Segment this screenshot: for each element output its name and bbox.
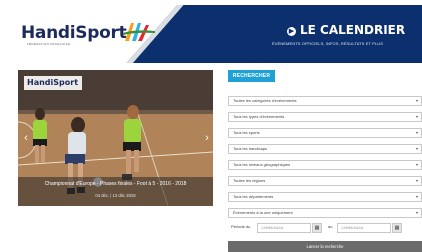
logo-text: HandiSport xyxy=(21,23,127,43)
logo-mark-icon xyxy=(123,23,155,41)
select-sport[interactable]: Tous les sports ▾ xyxy=(228,128,422,138)
select-label: Toutes les catégories d'événements xyxy=(233,98,297,103)
date-from-input[interactable]: JJ/MM/AAAA xyxy=(257,223,311,233)
chevron-down-icon: ▾ xyxy=(415,194,418,199)
select-label: Tous les sports xyxy=(233,130,260,135)
card-logo-text: HandiSport xyxy=(27,78,79,87)
chevron-down-icon: ▾ xyxy=(415,178,418,183)
event-title[interactable]: Championnat d'Europe - Phases finales - … xyxy=(18,181,213,187)
launch-search-button[interactable]: Lancer la recherche xyxy=(228,241,422,252)
chevron-down-icon: ▾ xyxy=(415,114,418,119)
select-event-type[interactable]: Tous les types d'événements ▾ xyxy=(228,112,422,122)
header-banner: HandiSport FÉDÉRATION FRANÇAISE ▶ LE CALE… xyxy=(0,5,422,63)
chevron-down-icon: ▾ xyxy=(415,130,418,135)
select-label: Tous les types d'événements xyxy=(233,114,285,119)
select-region[interactable]: Toutes les régions ▾ xyxy=(228,176,422,186)
select-label: Tous les départements xyxy=(233,194,274,199)
calendar-icon[interactable]: ▦ xyxy=(392,223,402,233)
chevron-down-icon: ▾ xyxy=(415,162,418,167)
logo-subtext: FÉDÉRATION FRANÇAISE xyxy=(27,42,71,46)
calendar-icon[interactable]: ▦ xyxy=(312,223,322,233)
card-logo-badge: HandiSport xyxy=(24,76,82,90)
chevron-left-icon[interactable]: ‹ xyxy=(21,132,31,144)
event-date: 04 déc. | 13 déc 2018 xyxy=(95,193,136,198)
page-title-text: LE CALENDRIER xyxy=(300,23,406,37)
date-to-input[interactable]: JJ/MM/AAAA xyxy=(337,223,391,233)
select-label: Événements à la une uniquement xyxy=(233,210,293,215)
select-featured-only[interactable]: Événements à la une uniquement ▾ xyxy=(228,208,422,218)
select-geo-level[interactable]: Tous les niveaux géographiques ▾ xyxy=(228,160,422,170)
arrow-circle-icon: ▶ xyxy=(287,27,296,36)
chevron-down-icon: ▾ xyxy=(415,98,418,103)
select-event-category[interactable]: Toutes les catégories d'événements ▾ xyxy=(228,96,422,106)
page-title: ▶ LE CALENDRIER xyxy=(287,23,405,37)
chevron-down-icon: ▾ xyxy=(415,210,418,215)
period-row: Période du JJ/MM/AAAA ▦ au JJ/MM/AAAA ▦ xyxy=(228,223,422,233)
period-from-label: Période du xyxy=(231,224,251,229)
select-label: Tous les niveaux géographiques xyxy=(233,162,291,167)
select-label: Tous les handicaps xyxy=(233,146,268,151)
select-department[interactable]: Tous les départements ▾ xyxy=(228,192,422,202)
select-handicap[interactable]: Tous les handicaps ▾ xyxy=(228,144,422,154)
site-header: HandiSport FÉDÉRATION FRANÇAISE ▶ LE CALE… xyxy=(0,0,422,64)
period-to-label: au xyxy=(328,224,333,229)
chevron-down-icon: ▾ xyxy=(415,146,418,151)
select-label: Toutes les régions xyxy=(233,178,266,183)
chevron-right-icon[interactable]: › xyxy=(202,132,212,144)
page-subtitle: ÉVÉNEMENTS OFFICIELS, INFOS, RÉSULTATS E… xyxy=(272,41,383,46)
search-tab-button[interactable]: RECHERCHER xyxy=(228,70,275,82)
